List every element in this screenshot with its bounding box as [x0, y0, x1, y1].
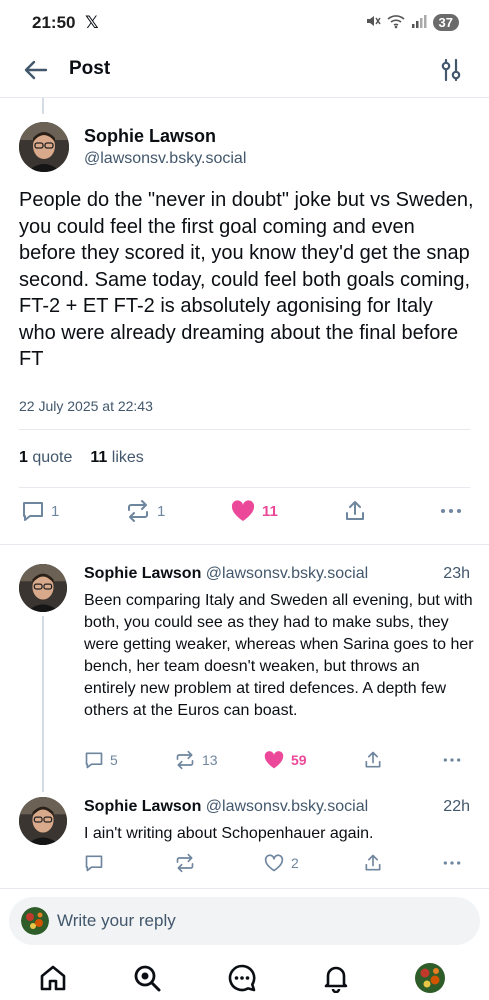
- status-bar: 21:50 𝕏 37: [0, 0, 489, 48]
- share-button[interactable]: [363, 750, 383, 770]
- post-header: Post: [0, 48, 489, 98]
- more-options-button[interactable]: [438, 499, 464, 523]
- avatar[interactable]: [19, 564, 67, 612]
- more-options-button[interactable]: [440, 750, 464, 770]
- divider: [19, 487, 470, 488]
- mute-icon: [365, 13, 381, 32]
- quotes-count-link[interactable]: 1 quote: [19, 449, 72, 467]
- reply-header: Sophie Lawson @lawsonsv.bsky.social: [84, 565, 368, 583]
- more-options-button[interactable]: [440, 853, 464, 873]
- reply-icon: [85, 855, 103, 872]
- reply-input[interactable]: Write your reply: [57, 911, 176, 931]
- share-icon: [365, 751, 381, 768]
- reply-header: Sophie Lawson @lawsonsv.bsky.social: [84, 798, 368, 816]
- sliders-icon[interactable]: [439, 56, 463, 84]
- share-button[interactable]: [343, 499, 367, 523]
- post-text: People do the "never in doubt" joke but …: [19, 189, 474, 370]
- reply-time: 22h: [443, 798, 470, 815]
- chat-icon[interactable]: [227, 963, 257, 993]
- likes-count-link[interactable]: 11 likes: [90, 449, 143, 467]
- back-arrow-icon[interactable]: [22, 56, 50, 84]
- status-time: 21:50: [32, 13, 76, 32]
- status-icons: 37: [365, 13, 459, 32]
- x-app-icon: 𝕏: [85, 13, 99, 32]
- more-icon: [441, 509, 461, 513]
- reply-button[interactable]: [84, 853, 110, 873]
- post-date: 22 July 2025 at 22:43: [19, 398, 153, 414]
- reply-button[interactable]: 5: [84, 750, 118, 770]
- repost-icon: [176, 750, 194, 770]
- divider: [19, 429, 470, 430]
- like-button[interactable]: 11: [230, 499, 278, 523]
- repost-icon: [176, 853, 194, 873]
- signal-icon: [411, 14, 427, 31]
- avatar[interactable]: [19, 122, 69, 172]
- reply-actions: 5 13 59: [84, 750, 469, 772]
- reply-button[interactable]: 1: [21, 499, 59, 523]
- battery-indicator: 37: [432, 14, 459, 31]
- reply-icon: [85, 752, 103, 769]
- more-icon: [443, 758, 461, 762]
- divider: [0, 544, 489, 545]
- page-title: Post: [69, 58, 111, 79]
- user-avatar: [21, 907, 49, 935]
- heart-filled-icon: [231, 500, 255, 521]
- author-name[interactable]: Sophie Lawson: [84, 565, 201, 582]
- repost-button[interactable]: 1: [125, 499, 165, 523]
- post-actions: 1 1 11: [19, 499, 470, 529]
- reply-composer[interactable]: Write your reply: [9, 897, 480, 945]
- wifi-icon: [386, 13, 405, 32]
- author-handle[interactable]: @lawsonsv.bsky.social: [206, 798, 368, 815]
- repost-button[interactable]: 13: [174, 750, 218, 770]
- share-icon: [365, 854, 381, 871]
- engagement-counts: 1 quote 11 likes: [19, 449, 144, 467]
- heart-outline-icon: [264, 854, 284, 872]
- bottom-nav: [0, 955, 489, 1000]
- like-button[interactable]: 2: [263, 853, 299, 873]
- author-name[interactable]: Sophie Lawson: [84, 798, 201, 815]
- search-icon[interactable]: [132, 963, 162, 993]
- notifications-icon[interactable]: [321, 963, 351, 993]
- author-name[interactable]: Sophie Lawson: [84, 126, 216, 147]
- author-handle[interactable]: @lawsonsv.bsky.social: [84, 150, 246, 168]
- reply-actions: 2: [84, 853, 469, 875]
- reply-icon: [23, 502, 43, 521]
- repost-icon: [128, 500, 148, 522]
- avatar[interactable]: [19, 797, 67, 845]
- share-button[interactable]: [363, 853, 383, 873]
- profile-avatar[interactable]: [415, 963, 445, 993]
- more-icon: [443, 861, 461, 865]
- thread-connector: [42, 616, 44, 792]
- reply-text: I ain't writing about Schopenhauer again…: [84, 825, 374, 842]
- author-handle[interactable]: @lawsonsv.bsky.social: [206, 565, 368, 582]
- reply-time: 23h: [443, 565, 470, 582]
- home-icon[interactable]: [38, 963, 68, 993]
- heart-filled-icon: [264, 751, 284, 769]
- like-button[interactable]: 59: [263, 750, 307, 770]
- share-icon: [346, 501, 364, 520]
- reply-text: Been comparing Italy and Sweden all even…: [84, 592, 474, 719]
- thread-connector: [42, 98, 44, 114]
- repost-button[interactable]: [174, 853, 202, 873]
- divider: [0, 888, 489, 889]
